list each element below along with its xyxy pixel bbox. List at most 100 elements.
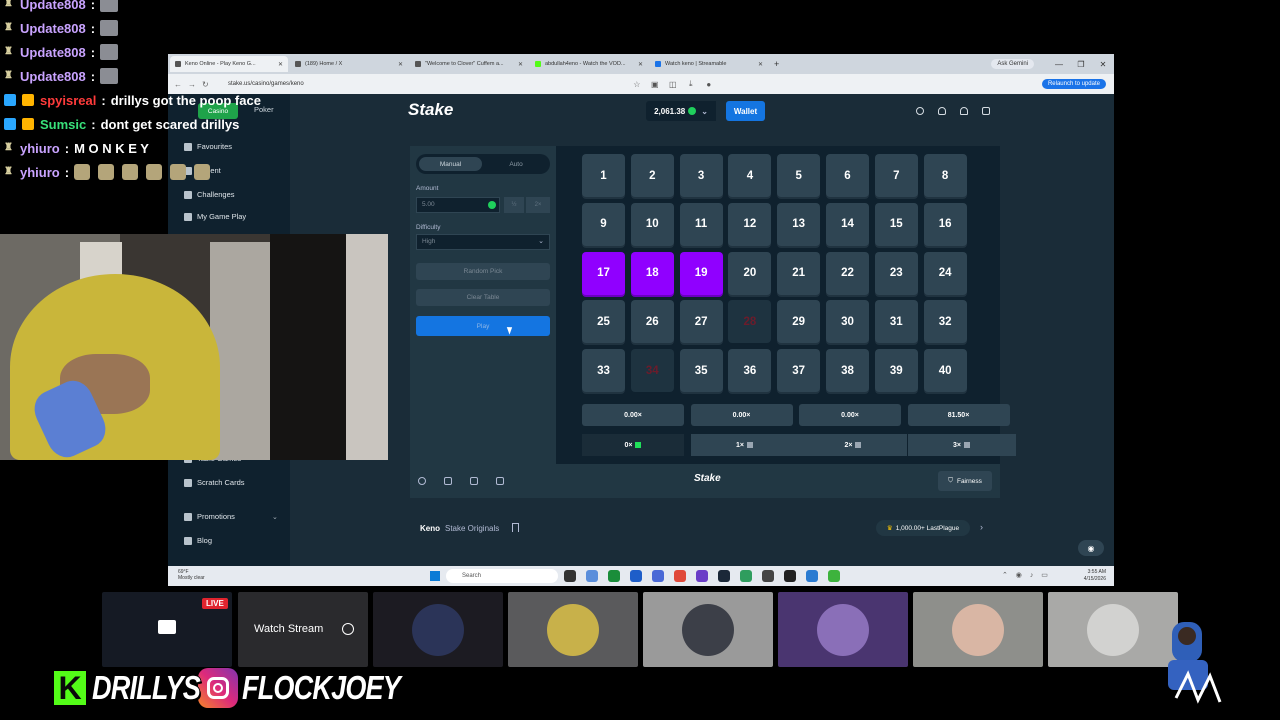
double-button[interactable]: 2×: [526, 197, 550, 213]
keno-tile[interactable]: 5: [777, 154, 821, 197]
star-icon[interactable]: ☆: [628, 80, 646, 89]
tab-tiktok[interactable]: "Welcome to Clover" Cuffem a... ✕: [410, 56, 528, 72]
keno-tile[interactable]: 11: [679, 202, 723, 246]
chat-username[interactable]: Update808: [20, 0, 86, 12]
keno-tile[interactable]: 1: [582, 154, 625, 197]
chrome-icon[interactable]: [674, 570, 686, 582]
system-tray[interactable]: ⌃ ◉ ♪ ▭: [1002, 571, 1051, 579]
restore-icon[interactable]: ❐: [1070, 60, 1092, 69]
mail-icon[interactable]: [652, 570, 664, 582]
stake-logo[interactable]: Stake: [408, 100, 453, 120]
viewer-thumbnail[interactable]: [643, 592, 773, 667]
play-button[interactable]: Play: [416, 316, 550, 336]
keno-tile[interactable]: 13: [777, 202, 821, 246]
sidebar-item-my-game-play[interactable]: My Game Play: [184, 212, 246, 221]
keno-tile[interactable]: 14: [826, 202, 869, 246]
sidebar-item-blog[interactable]: Blog: [184, 536, 212, 545]
app-icon[interactable]: [806, 570, 818, 582]
chat-username[interactable]: Update808: [20, 21, 86, 36]
popout-icon[interactable]: [496, 477, 504, 485]
minimize-icon[interactable]: —: [1048, 60, 1070, 69]
camera-icon[interactable]: [342, 623, 354, 635]
random-pick-button[interactable]: Random Pick: [416, 263, 550, 280]
tab-streamable[interactable]: Watch keno | Streamable ✕: [650, 56, 768, 72]
keno-tile[interactable]: 24: [923, 251, 967, 295]
keno-tile[interactable]: 37: [777, 349, 821, 393]
fairness-button[interactable]: ⛉ Fairness: [938, 471, 992, 491]
ask-gemini-button[interactable]: Ask Gemini: [991, 59, 1034, 69]
keno-tile[interactable]: 27: [679, 300, 723, 344]
keno-tile[interactable]: 38: [826, 349, 869, 393]
half-button[interactable]: ½: [504, 197, 524, 213]
close-icon[interactable]: ✕: [638, 61, 643, 68]
keno-tile[interactable]: 3: [679, 154, 723, 197]
profile-icon[interactable]: ●: [700, 80, 718, 89]
search-icon[interactable]: [916, 107, 924, 115]
sidepanel-icon[interactable]: ◫: [664, 80, 682, 89]
keno-tile[interactable]: 16: [923, 202, 967, 246]
keno-tile[interactable]: 21: [777, 251, 821, 295]
chat-username[interactable]: yhiuro: [20, 165, 60, 180]
close-icon[interactable]: ✕: [758, 61, 763, 68]
game-provider[interactable]: Stake Originals: [445, 524, 499, 533]
viewer-thumbnail[interactable]: [508, 592, 638, 667]
keno-tile[interactable]: 32: [923, 300, 967, 344]
chat-username[interactable]: Sumsic: [40, 117, 86, 132]
clear-table-button[interactable]: Clear Table: [416, 289, 550, 306]
obs-icon[interactable]: [784, 570, 796, 582]
keno-tile[interactable]: 33: [582, 349, 625, 393]
app-icon[interactable]: [828, 570, 840, 582]
chevron-right-icon[interactable]: ›: [980, 522, 983, 532]
sidebar-item-scratch-cards[interactable]: Scratch Cards: [184, 478, 245, 487]
keno-tile[interactable]: 30: [826, 300, 869, 344]
bookmark-icon[interactable]: [512, 523, 519, 532]
keno-tile[interactable]: 39: [874, 349, 918, 393]
keno-tile[interactable]: 26: [630, 300, 674, 344]
support-headset-icon[interactable]: ◉: [1078, 540, 1104, 556]
chat-username[interactable]: yhiuro: [20, 141, 60, 156]
stats-icon[interactable]: [470, 477, 478, 485]
tab-kick[interactable]: abdullah4eno - Watch the VOD... ✕: [530, 56, 648, 72]
relaunch-button[interactable]: Relaunch to update: [1041, 79, 1106, 89]
keno-tile[interactable]: 19: [679, 251, 723, 295]
keno-tile[interactable]: 12: [728, 202, 772, 246]
close-icon[interactable]: ✕: [398, 61, 403, 68]
keno-tile[interactable]: 25: [582, 300, 625, 344]
viewer-thumbnail[interactable]: [913, 592, 1043, 667]
task-view-icon[interactable]: [564, 570, 576, 582]
theatre-icon[interactable]: [444, 477, 452, 485]
keno-tile[interactable]: 31: [874, 300, 918, 344]
tab-x[interactable]: (189) Home / X ✕: [290, 56, 408, 72]
keno-tile[interactable]: 2: [630, 154, 674, 197]
keno-tile[interactable]: 22: [826, 251, 869, 295]
windows-start-icon[interactable]: [430, 571, 440, 581]
edge-icon[interactable]: [608, 570, 620, 582]
keno-tile[interactable]: 17: [582, 251, 625, 295]
balance-display[interactable]: 2,061.38 ⌄: [646, 101, 716, 121]
settings-icon[interactable]: [418, 477, 426, 485]
bell-icon[interactable]: [960, 107, 968, 115]
keno-tile[interactable]: 40: [923, 349, 967, 393]
keno-tile[interactable]: 36: [728, 349, 772, 393]
keno-tile[interactable]: 9: [582, 202, 625, 246]
keno-tile[interactable]: 35: [679, 349, 723, 393]
chevron-down-icon[interactable]: ⌄: [272, 513, 278, 521]
chat-username[interactable]: spyisreal: [40, 93, 96, 108]
sidebar-item-challenges[interactable]: Challenges: [184, 190, 235, 199]
chat-icon[interactable]: [982, 107, 990, 115]
widgets-icon[interactable]: [586, 570, 598, 582]
taskbar-search[interactable]: Search: [446, 569, 558, 583]
extension-icon[interactable]: ▣: [646, 80, 664, 89]
close-icon[interactable]: ✕: [518, 61, 523, 68]
keno-tile[interactable]: 8: [923, 154, 967, 197]
steam-icon[interactable]: [718, 570, 730, 582]
leaderboard-pill[interactable]: ♛ 1,000.00+ LastPlague: [876, 520, 970, 536]
viewer-thumbnail[interactable]: [778, 592, 908, 667]
download-icon[interactable]: ⤓: [682, 79, 700, 89]
app-icon[interactable]: [740, 570, 752, 582]
chat-username[interactable]: Update808: [20, 45, 86, 60]
keno-tile[interactable]: 34: [630, 349, 674, 393]
taskbar-clock[interactable]: 3:55 AM 4/15/2026: [1084, 569, 1106, 583]
keno-tile[interactable]: 23: [874, 251, 918, 295]
auto-tab[interactable]: Auto: [486, 157, 546, 171]
